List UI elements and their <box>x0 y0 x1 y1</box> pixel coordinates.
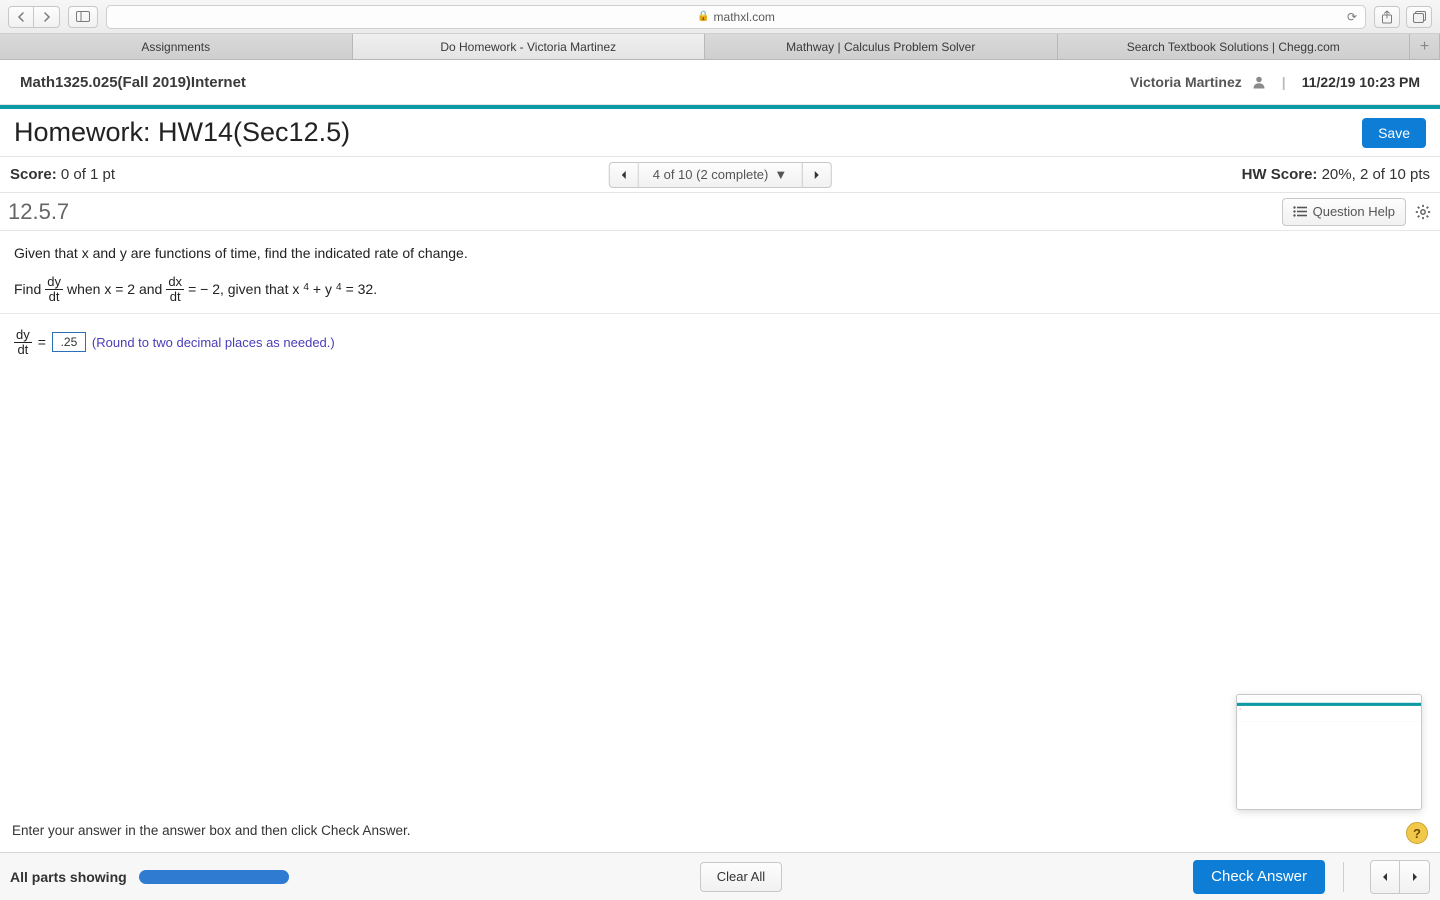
tab-label: Assignments <box>141 40 210 54</box>
tab-label: Search Textbook Solutions | Chegg.com <box>1127 40 1340 54</box>
footer-next-button[interactable] <box>1400 860 1430 894</box>
footer-prev-button[interactable] <box>1370 860 1400 894</box>
datetime: 11/22/19 10:23 PM <box>1302 74 1420 90</box>
hw-score-text: HW Score: 20%, 2 of 10 pts <box>1242 166 1430 183</box>
nav-forward-button[interactable] <box>34 6 60 28</box>
answer-input[interactable] <box>52 332 86 352</box>
question-help-label: Question Help <box>1313 204 1395 219</box>
score-text: Score: 0 of 1 pt <box>10 166 115 183</box>
url-host: mathxl.com <box>714 10 775 24</box>
browser-tab[interactable]: Mathway | Calculus Problem Solver <box>705 34 1058 59</box>
sidebar-toggle-button[interactable] <box>68 6 98 28</box>
gear-icon[interactable] <box>1414 203 1432 221</box>
homework-title-row: Homework: HW14(Sec12.5) Save <box>0 109 1440 157</box>
parts-showing-label: All parts showing <box>10 869 127 885</box>
next-question-button[interactable] <box>801 162 831 188</box>
course-title: Math1325.025(Fall 2019)Internet <box>20 74 246 91</box>
browser-tab-strip: Assignments Do Homework - Victoria Marti… <box>0 34 1440 60</box>
thumbnail-preview[interactable] <box>1236 694 1422 810</box>
tab-label: Mathway | Calculus Problem Solver <box>786 40 975 54</box>
app-header: Math1325.025(Fall 2019)Internet Victoria… <box>0 60 1440 105</box>
browser-tab[interactable]: Assignments <box>0 34 353 59</box>
browser-toolbar: 🔒 mathxl.com ⟳ <box>0 0 1440 34</box>
lock-icon: 🔒 <box>697 11 709 22</box>
answer-line: dydt = (Round to two decimal places as n… <box>14 328 1426 356</box>
question-number: 12.5.7 <box>8 199 69 225</box>
prev-question-button[interactable] <box>609 162 639 188</box>
question-number-row: 12.5.7 Question Help <box>0 193 1440 231</box>
problem-intro: Given that x and y are functions of time… <box>14 245 1426 261</box>
question-nav-label: 4 of 10 (2 complete) <box>653 167 769 182</box>
clear-all-button[interactable]: Clear All <box>700 862 782 892</box>
homework-title: Homework: HW14(Sec12.5) <box>14 117 350 148</box>
question-help-button[interactable]: Question Help <box>1282 198 1406 226</box>
nav-back-button[interactable] <box>8 6 34 28</box>
tabs-overview-button[interactable] <box>1406 6 1432 28</box>
check-answer-button[interactable]: Check Answer <box>1193 860 1325 894</box>
list-icon <box>1293 206 1307 217</box>
save-button[interactable]: Save <box>1362 118 1426 148</box>
rounding-hint: (Round to two decimal places as needed.) <box>92 335 335 350</box>
share-button[interactable] <box>1374 6 1400 28</box>
help-badge-icon[interactable]: ? <box>1406 822 1428 844</box>
tab-label: Do Homework - Victoria Martinez <box>440 40 616 54</box>
question-nav-dropdown[interactable]: 4 of 10 (2 complete) ▼ <box>639 162 802 188</box>
browser-tab[interactable]: Search Textbook Solutions | Chegg.com <box>1058 34 1411 59</box>
browser-tab[interactable]: Do Homework - Victoria Martinez <box>353 34 706 59</box>
new-tab-button[interactable]: + <box>1410 34 1440 59</box>
reload-icon[interactable]: ⟳ <box>1347 10 1357 24</box>
footer-bar: All parts showing Clear All Check Answer <box>0 852 1440 900</box>
user-name[interactable]: Victoria Martinez <box>1130 74 1242 90</box>
question-nav: 4 of 10 (2 complete) ▼ <box>609 162 832 188</box>
url-bar[interactable]: 🔒 mathxl.com ⟳ <box>106 5 1366 29</box>
progress-bar <box>139 870 289 884</box>
user-icon[interactable] <box>1252 75 1266 89</box>
problem-body: Given that x and y are functions of time… <box>0 231 1440 357</box>
instruction-text: Enter your answer in the answer box and … <box>0 815 1440 846</box>
problem-statement: Find dydt when x = 2 and dxdt = − 2, giv… <box>14 275 1426 303</box>
chevron-down-icon: ▼ <box>774 167 787 182</box>
score-row: Score: 0 of 1 pt 4 of 10 (2 complete) ▼ … <box>0 157 1440 193</box>
